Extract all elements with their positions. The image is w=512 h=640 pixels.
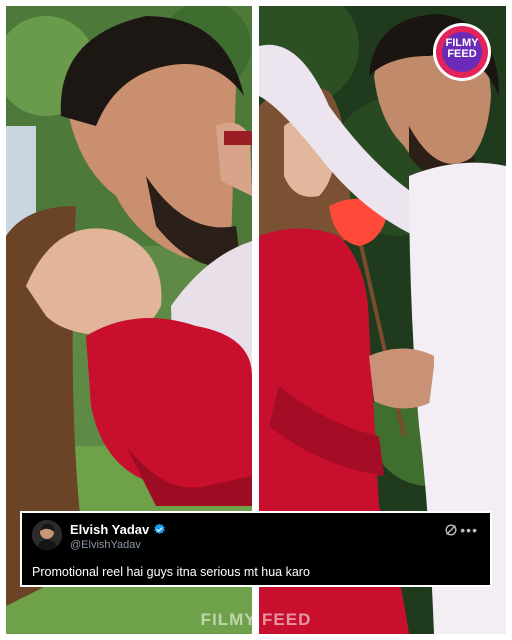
avatar[interactable] xyxy=(32,520,62,550)
more-options-icon[interactable]: ••• xyxy=(460,522,478,538)
grok-icon[interactable] xyxy=(444,523,458,537)
avatar-image xyxy=(32,520,62,550)
badge-text: FILMY FEED xyxy=(445,37,479,60)
tweet-card: Elvish Yadav @ElvishYadav ••• Promotiona… xyxy=(20,511,492,587)
tweet-text: Promotional reel hai guys itna serious m… xyxy=(32,565,310,579)
watermark: FILMY FEED xyxy=(200,610,312,629)
author-handle[interactable]: @ElvishYadav xyxy=(70,539,141,551)
author-row: Elvish Yadav xyxy=(70,522,166,537)
verified-badge-icon xyxy=(154,523,165,534)
author-name[interactable]: Elvish Yadav xyxy=(70,522,149,537)
